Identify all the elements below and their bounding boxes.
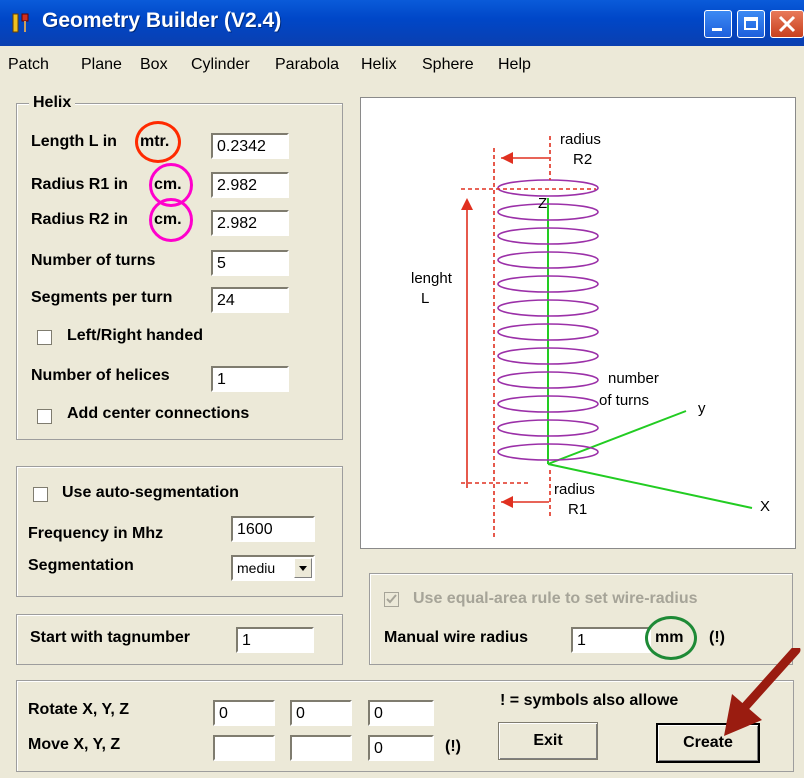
- helix-legend: Helix: [29, 94, 76, 112]
- frequency-label: Frequency in Mhz: [28, 525, 164, 542]
- rotate-x-input[interactable]: 0: [213, 700, 275, 726]
- label-z-axis: Z: [538, 195, 547, 212]
- segments-label: Segments per turn: [31, 289, 173, 306]
- unit-highlight-ring: [149, 198, 193, 242]
- label-l: L: [421, 290, 429, 307]
- geometry-builder-window: Geometry Builder (V2.4) Patch Plane Box …: [0, 0, 804, 778]
- y-axis: [547, 410, 687, 465]
- rotate-z-input[interactable]: 0: [368, 700, 434, 726]
- radius-r2-label: Radius R2 in: [31, 211, 128, 228]
- move-z-input[interactable]: 0: [368, 735, 434, 761]
- move-label: Move X, Y, Z: [28, 736, 121, 753]
- label-r2: R2: [573, 151, 592, 168]
- segmentation-label: Segmentation: [28, 557, 134, 574]
- length-input[interactable]: 0.2342: [211, 133, 289, 159]
- menu-box[interactable]: Box: [140, 56, 168, 74]
- equal-area-label: Use equal-area rule to set wire-radius: [413, 590, 698, 607]
- move-x-input[interactable]: [213, 735, 275, 761]
- menu-cylinder[interactable]: Cylinder: [191, 56, 250, 74]
- menu-patch[interactable]: Patch: [8, 56, 49, 74]
- rotate-y-input[interactable]: 0: [290, 700, 352, 726]
- menu-helix[interactable]: Helix: [361, 56, 397, 74]
- manual-radius-label: Manual wire radius: [384, 629, 529, 646]
- tools-icon: [12, 13, 29, 33]
- pointer-arrow-icon: [724, 648, 801, 736]
- center-connections-checkbox[interactable]: [37, 409, 52, 424]
- radius-r2-input[interactable]: 2.982: [211, 210, 289, 236]
- dimension-arrowhead: [501, 152, 513, 164]
- rotate-label: Rotate X, Y, Z: [28, 701, 130, 718]
- close-icon: [778, 15, 796, 33]
- helices-input[interactable]: 1: [211, 366, 289, 392]
- frequency-input[interactable]: 1600: [231, 516, 315, 542]
- radius-r1-label: Radius R1 in: [31, 176, 128, 193]
- menu-plane[interactable]: Plane: [81, 56, 122, 74]
- title-bar[interactable]: Geometry Builder (V2.4): [0, 0, 804, 46]
- move-y-input[interactable]: [290, 735, 352, 761]
- radius-r1-input[interactable]: 2.982: [211, 172, 289, 198]
- manual-radius-input[interactable]: 1: [571, 627, 651, 653]
- menu-sphere[interactable]: Sphere: [422, 56, 474, 74]
- exit-button[interactable]: Exit: [498, 722, 598, 760]
- label-of-turns: of turns: [599, 392, 649, 409]
- segmentation-value: mediu: [237, 560, 276, 576]
- menu-help[interactable]: Help: [498, 56, 531, 74]
- check-icon: [386, 594, 397, 604]
- dimension-arrowhead: [501, 496, 513, 508]
- move-note: (!): [445, 738, 461, 755]
- chevron-down-icon: [299, 566, 307, 571]
- label-x-axis: X: [760, 498, 770, 515]
- length-label: Length L in: [31, 133, 117, 150]
- turns-input[interactable]: 5: [211, 250, 289, 276]
- maximize-icon: [744, 17, 758, 30]
- label-r1: R1: [568, 501, 587, 518]
- handed-label: Left/Right handed: [67, 327, 203, 344]
- helix-diagram-panel: radius R2 Z lenght L number of turns y r…: [360, 97, 796, 549]
- helices-label: Number of helices: [31, 367, 170, 384]
- unit-highlight-ring: [135, 121, 181, 163]
- equal-area-checkbox[interactable]: [384, 592, 399, 607]
- symbols-note: ! = symbols also allowe: [500, 692, 679, 709]
- auto-segmentation-checkbox[interactable]: [33, 487, 48, 502]
- label-number: number: [608, 370, 659, 387]
- segments-input[interactable]: 24: [211, 287, 289, 313]
- window-title: Geometry Builder (V2.4): [42, 9, 282, 32]
- dimension-lines: [461, 136, 596, 538]
- dropdown-arrow-button[interactable]: [294, 558, 312, 578]
- maximize-button[interactable]: [737, 10, 765, 38]
- auto-segmentation-label: Use auto-segmentation: [62, 484, 239, 501]
- dimension-arrowhead: [461, 198, 473, 210]
- close-button[interactable]: [770, 10, 804, 38]
- handed-checkbox[interactable]: [37, 330, 52, 345]
- minimize-icon: [712, 28, 722, 31]
- label-y-axis: y: [698, 400, 706, 417]
- center-connections-label: Add center connections: [67, 405, 250, 422]
- menu-bar: Patch Plane Box Cylinder Parabola Helix …: [0, 50, 804, 80]
- tagnumber-input[interactable]: 1: [236, 627, 314, 653]
- unit-highlight-ring: [645, 616, 697, 660]
- tagnumber-label: Start with tagnumber: [30, 629, 191, 646]
- menu-parabola[interactable]: Parabola: [275, 56, 339, 74]
- minimize-button[interactable]: [704, 10, 732, 38]
- label-lenght: lenght: [411, 270, 453, 287]
- wire-note: (!): [709, 629, 725, 646]
- turns-label: Number of turns: [31, 252, 156, 269]
- helix-panel: Helix: [16, 94, 343, 440]
- label-radius-r1: radius: [554, 481, 595, 498]
- label-radius-r2: radius: [560, 131, 601, 148]
- helix-diagram: radius R2 Z lenght L number of turns y r…: [411, 131, 770, 538]
